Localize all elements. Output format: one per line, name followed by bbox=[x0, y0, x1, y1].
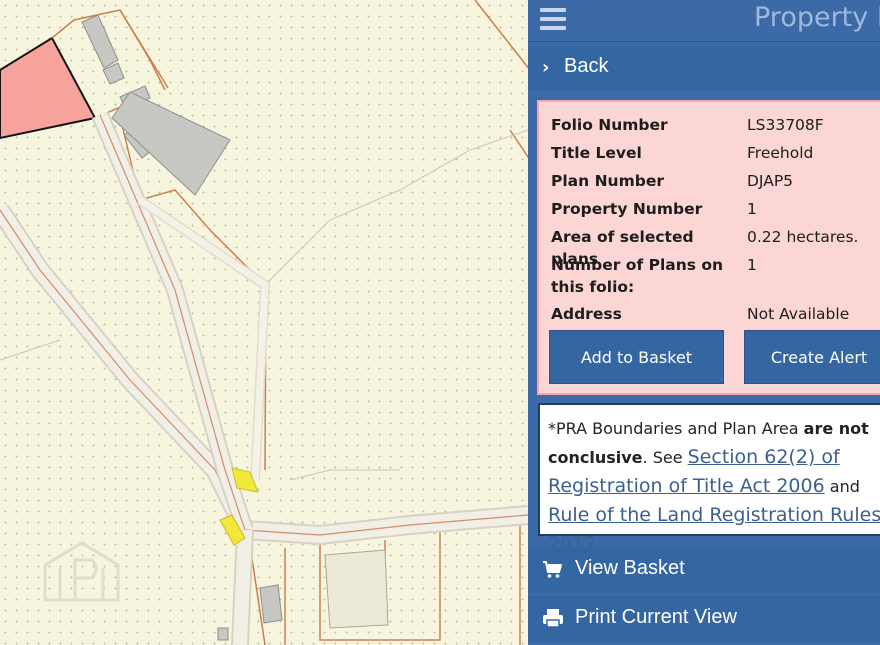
map-canvas[interactable] bbox=[0, 0, 530, 645]
hamburger-icon[interactable] bbox=[540, 8, 566, 30]
info-label: Plan Number bbox=[551, 172, 664, 190]
panel-header: Property Ru bbox=[528, 0, 880, 42]
notice-text: . See bbox=[642, 448, 688, 467]
notice-bold: conclusive bbox=[548, 448, 643, 467]
info-value: Freehold bbox=[747, 144, 814, 162]
info-value: 1 bbox=[747, 200, 757, 218]
view-basket-label: View Basket bbox=[575, 557, 685, 579]
back-label: Back bbox=[564, 55, 609, 77]
info-label: Title Level bbox=[551, 144, 642, 162]
info-label: Folio Number bbox=[551, 116, 668, 134]
info-value: 0.22 hectares. bbox=[747, 228, 859, 246]
info-value: LS33708F bbox=[747, 116, 824, 134]
info-value: DJAP5 bbox=[747, 172, 794, 190]
buildings bbox=[81, 14, 389, 641]
info-value: Not Available bbox=[747, 305, 850, 323]
print-current-view-label: Print Current View bbox=[575, 606, 737, 628]
notice-text: and bbox=[824, 477, 860, 496]
notice-prefix: *PRA Boundaries and Plan Area bbox=[548, 419, 804, 438]
info-value: 1 bbox=[747, 256, 757, 274]
info-label: Number of Plans on this folio: bbox=[551, 256, 724, 296]
watermark-logo bbox=[43, 541, 120, 602]
add-to-basket-button[interactable]: Add to Basket bbox=[549, 330, 724, 384]
info-label: Address bbox=[551, 305, 622, 323]
view-basket-button[interactable]: View Basket bbox=[528, 547, 880, 593]
map-view[interactable] bbox=[0, 0, 530, 645]
info-label: Property Number bbox=[551, 200, 703, 218]
back-button[interactable]: › Back bbox=[528, 46, 880, 90]
disclaimer-notice: *PRA Boundaries and Plan Area are not co… bbox=[538, 403, 880, 555]
print-current-view-button[interactable]: Print Current View bbox=[528, 596, 880, 642]
notice-bold: are not bbox=[803, 419, 869, 438]
printer-icon bbox=[543, 609, 563, 628]
cart-icon bbox=[543, 561, 562, 578]
panel-title: Property Ru bbox=[754, 2, 880, 33]
selected-parcel[interactable] bbox=[0, 36, 97, 140]
chevron-right-icon: › bbox=[542, 57, 550, 78]
road bbox=[0, 111, 529, 645]
create-alert-button[interactable]: Create Alert bbox=[744, 330, 880, 384]
